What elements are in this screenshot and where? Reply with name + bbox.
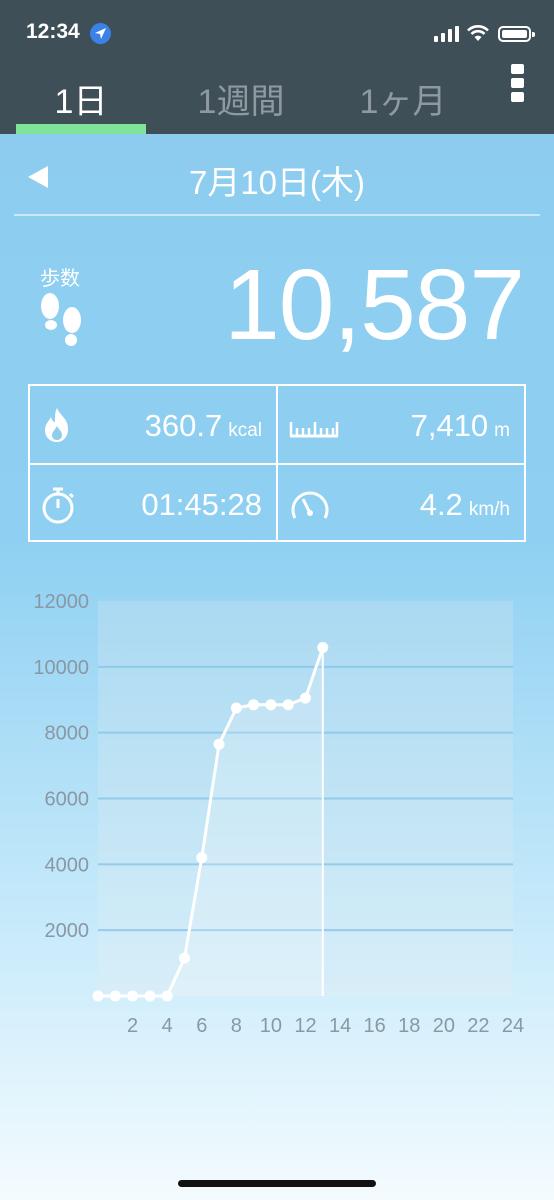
stopwatch-icon [42,487,75,524]
stats-grid: 360.7 kcal 7,410 m 01:45:28 4.2 km/h [28,384,526,542]
calories-cell: 360.7 kcal [30,386,276,463]
distance-value: 7,410 [410,408,489,443]
x-tick-label: 18 [398,1015,420,1037]
y-tick-label: 12000 [33,591,89,613]
location-arrow-icon [90,23,111,44]
ruler-icon [289,422,339,438]
x-tick-label: 10 [260,1015,282,1037]
x-tick-label: 2 [127,1015,138,1037]
speed-value: 4.2 [419,487,463,522]
y-tick-label: 2000 [45,920,90,942]
y-tick-label: 8000 [45,723,90,745]
x-tick-label: 14 [329,1015,351,1037]
duration-value: 01:45:28 [141,487,262,522]
footprints-icon [41,293,81,346]
tab-active-indicator [16,124,146,134]
x-tick-label: 6 [196,1015,207,1037]
duration-cell: 01:45:28 [30,465,276,542]
x-tick-label: 24 [502,1015,524,1037]
speedometer-icon [291,491,329,519]
data-point [161,990,173,1002]
data-point [92,990,104,1002]
steps-count: 10,587 [224,249,525,361]
data-point [230,702,242,714]
hourly-steps-chart: 120001000080006000400020002 4 6 8 10 12 14 16 18… [33,591,524,1037]
x-tick-label: 12 [294,1015,316,1037]
distance-unit: m [494,420,510,441]
tab-week[interactable]: 1週間 [176,74,306,123]
calories-unit: kcal [228,420,262,441]
tab-day[interactable]: 1日 [16,74,146,123]
data-point [248,699,260,711]
flame-icon [45,408,68,442]
speed-value-group: 4.2 km/h [420,487,510,523]
calories-value-group: 360.7 kcal [145,408,262,444]
x-tick-label: 4 [162,1015,173,1037]
data-point [127,990,139,1002]
distance-cell: 7,410 m [278,386,524,463]
divider [14,214,540,216]
wifi-icon [467,25,489,41]
data-point [300,692,311,704]
speed-unit: km/h [468,499,510,520]
tab-month[interactable]: 1ヶ月 [338,74,468,123]
home-indicator[interactable] [178,1180,376,1187]
data-point [144,990,156,1002]
x-tick-label: 16 [364,1015,386,1037]
x-tick-label: 22 [467,1015,489,1037]
battery-icon [498,26,535,42]
data-point [282,699,294,711]
date-title: 7月10日(木) [188,164,366,201]
distance-value-group: 7,410 m [411,408,510,444]
data-point [317,642,329,654]
y-tick-label: 10000 [33,657,89,679]
data-point [265,699,277,711]
data-point [196,852,208,864]
calories-value: 360.7 [144,408,223,443]
y-tick-label: 4000 [45,854,90,876]
x-tick-label: 20 [433,1015,455,1037]
data-point [178,952,190,964]
x-tick-label: 8 [231,1015,242,1037]
data-point [109,990,121,1002]
speed-cell: 4.2 km/h [278,465,524,542]
more-menu-icon[interactable] [511,64,525,104]
data-point [213,738,225,750]
steps-label: 歩数 [40,268,80,290]
status-bar: 12:34 [0,0,554,66]
y-tick-label: 6000 [45,789,90,811]
status-time: 12:34 [26,20,80,43]
date-navigation: 7月10日(木) [0,134,554,216]
cellular-signal-icon [434,26,459,42]
